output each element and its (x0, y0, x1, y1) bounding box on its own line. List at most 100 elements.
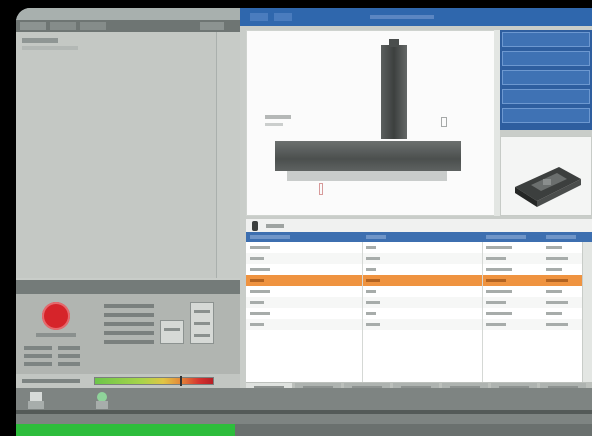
window-control-button[interactable] (250, 13, 268, 21)
drawing-canvas[interactable] (246, 30, 500, 216)
info-value (24, 362, 52, 366)
table-cell-bar (250, 257, 264, 260)
table-row[interactable] (246, 308, 582, 319)
right-title-bar (240, 8, 592, 26)
column-divider (482, 242, 483, 382)
info-value (58, 354, 80, 358)
gauge-row (16, 374, 240, 388)
action-button-4[interactable] (502, 89, 590, 104)
level-gauge (94, 376, 214, 386)
status-panel (16, 294, 240, 374)
table-cell-bar (546, 301, 568, 304)
app-window (16, 8, 592, 436)
dimension-label (265, 123, 283, 126)
table-cell-bar (366, 246, 376, 249)
table-cell-bar (366, 257, 380, 260)
table-cell-bar (486, 290, 512, 293)
toolbar-button[interactable] (50, 22, 76, 30)
table-row[interactable] (246, 253, 582, 264)
table-row[interactable] (246, 264, 582, 275)
table-row[interactable] (246, 297, 582, 308)
left-scrollbar[interactable] (216, 32, 240, 278)
counter-value (194, 322, 210, 325)
list-item[interactable] (22, 38, 58, 43)
column-divider (362, 242, 363, 382)
action-button-2[interactable] (502, 51, 590, 66)
column-header[interactable] (250, 235, 290, 239)
table-cell-bar (546, 279, 568, 282)
left-title-bar (16, 8, 240, 20)
counter-label (104, 331, 154, 335)
list-item[interactable] (22, 46, 78, 50)
part-3d-icon (515, 167, 581, 207)
info-value (58, 362, 80, 366)
table-cell-bar (250, 246, 270, 249)
status-strip (16, 388, 592, 424)
part-vertical-block (381, 45, 407, 139)
part-thumbnail (500, 136, 592, 216)
table-cell-bar (366, 301, 380, 304)
workstation-icon (28, 392, 44, 409)
counter-label (104, 322, 154, 326)
table-cell-bar (546, 268, 562, 271)
table-row[interactable] (246, 275, 582, 286)
toolbar-button[interactable] (80, 22, 106, 30)
column-header[interactable] (486, 235, 526, 239)
column-header[interactable] (546, 235, 576, 239)
info-value (24, 346, 52, 350)
dimension-marker (319, 183, 323, 195)
table-cell-bar (366, 323, 380, 326)
table-row[interactable] (246, 242, 582, 253)
table-row[interactable] (246, 286, 582, 297)
table-cell-bar (366, 268, 376, 271)
machine-icon (96, 392, 108, 409)
table-cell-bar (250, 323, 264, 326)
counter-label (104, 313, 154, 317)
filter-icon[interactable] (252, 221, 258, 231)
table-cell-bar (486, 279, 506, 282)
table-cell-bar (486, 312, 512, 315)
stop-caption (36, 333, 76, 337)
counter-grid (104, 302, 224, 360)
table-cell-bar (250, 301, 264, 304)
table-cell-bar (366, 290, 376, 293)
table-cell-bar (250, 312, 270, 315)
right-title-text-bar (370, 15, 434, 19)
stop-button[interactable] (42, 302, 70, 330)
table-cell-bar (250, 279, 264, 282)
counter-value (164, 328, 180, 331)
action-button-5[interactable] (502, 108, 590, 123)
table-cell-bar (366, 279, 380, 282)
column-header[interactable] (366, 235, 386, 239)
gauge-marker (179, 376, 182, 386)
table-cell-bar (486, 323, 506, 326)
search-field[interactable] (266, 224, 284, 228)
counter-label (104, 304, 154, 308)
info-value (24, 354, 52, 358)
progress-track (16, 424, 592, 436)
toolbar-button[interactable] (20, 22, 46, 30)
action-button-3[interactable] (502, 70, 590, 85)
dimension-label (265, 115, 291, 119)
table-cell-bar (546, 257, 568, 260)
part-vertical-cap (389, 39, 399, 47)
table-cell-bar (486, 246, 512, 249)
table-header (246, 232, 592, 242)
table-toolbar (246, 218, 592, 232)
window-control-button[interactable] (274, 13, 292, 21)
table-cell-bar (546, 246, 562, 249)
dimension-marker (441, 117, 447, 127)
table-scrollbar[interactable] (582, 242, 592, 382)
action-button-1[interactable] (502, 32, 590, 47)
counter-value (194, 334, 210, 337)
data-table (246, 232, 592, 382)
toolbar-button[interactable] (200, 22, 224, 30)
left-list-panel (16, 32, 240, 278)
table-row[interactable] (246, 319, 582, 330)
status-panel-header (16, 280, 240, 294)
part-shadow-block (287, 171, 447, 181)
counter-value (194, 310, 210, 313)
table-cell-bar (250, 268, 270, 271)
part-horizontal-block (275, 141, 461, 171)
table-cell-bar (366, 312, 376, 315)
